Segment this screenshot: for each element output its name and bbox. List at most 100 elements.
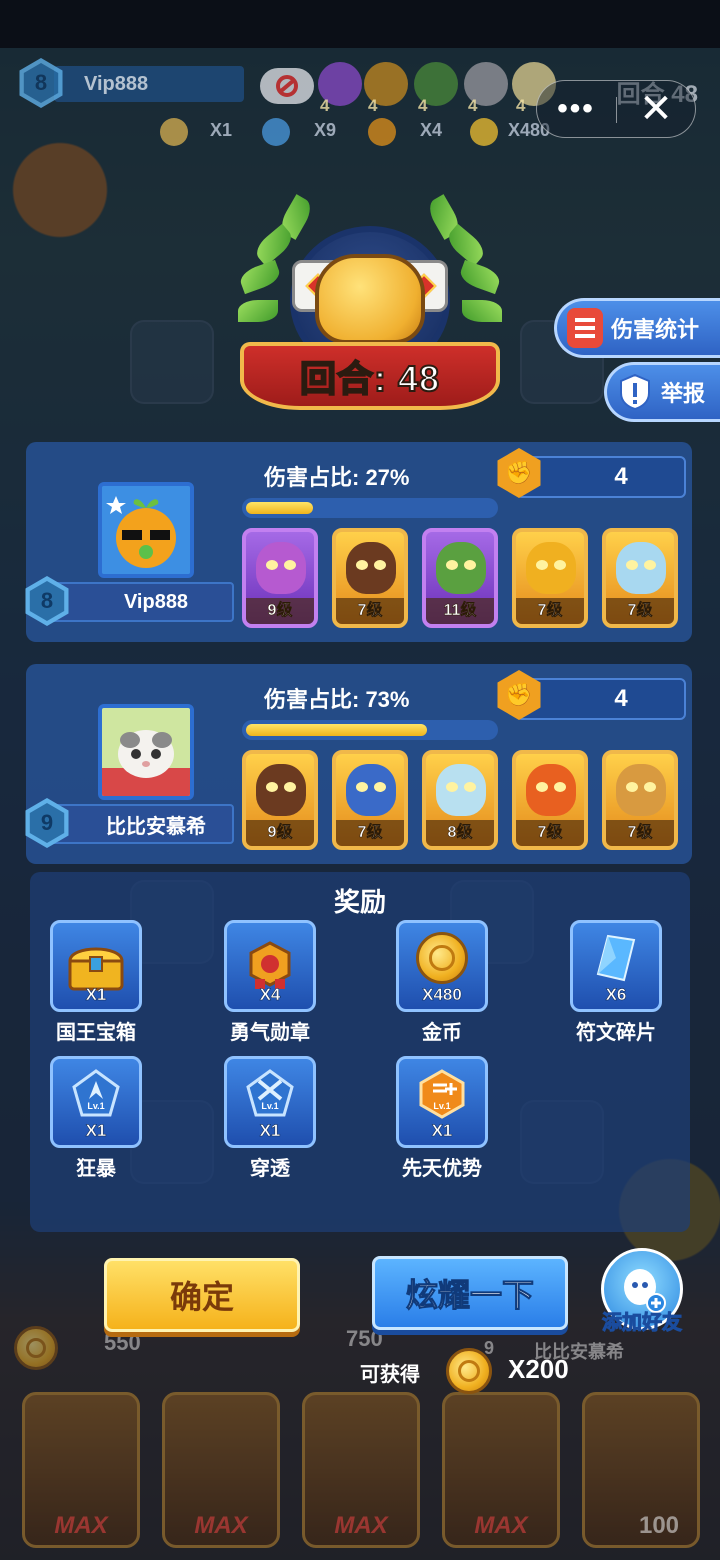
reward-name: 先天优势	[402, 1158, 482, 1180]
damage-share-label: 伤害占比: 27%	[264, 465, 410, 490]
hero-card[interactable]: 7级	[602, 750, 678, 850]
damage-share-bar	[242, 498, 498, 518]
hero-card[interactable]: 8级	[422, 750, 498, 850]
reward-qty: X1	[431, 1121, 453, 1141]
report-label: 举报	[661, 381, 706, 406]
gold-coin	[416, 932, 468, 984]
medal-count: 4	[516, 456, 686, 498]
reward-item[interactable]: Lv.1 X1 穿透	[210, 1056, 330, 1181]
reward-qty: X1	[85, 985, 107, 1005]
more-button[interactable]: •••	[537, 81, 615, 137]
hero-portrait	[346, 764, 396, 816]
advantage-rune-icon: Lv.1 X1	[396, 1056, 488, 1148]
hero-portrait	[256, 542, 306, 594]
reward-item[interactable]: X480 金币	[382, 920, 502, 1045]
mini-program-capsule: ••• ✕	[536, 80, 696, 138]
hero-card[interactable]: 7级	[332, 750, 408, 850]
hero-lineup: 9级 7级 8级 7级 7级	[242, 750, 678, 850]
can-get-amount: X200	[508, 1354, 569, 1384]
stats-list-icon	[567, 308, 603, 348]
damage-share-label: 伤害占比: 73%	[264, 687, 410, 712]
max-label: MAX	[474, 1512, 528, 1539]
hero-card[interactable]: 7级	[512, 528, 588, 628]
reward-item[interactable]: Lv.1 X1 先天优势	[382, 1056, 502, 1181]
report-button[interactable]: 举报	[604, 362, 720, 422]
damage-share-fill	[246, 502, 313, 514]
player-name: Vip888	[42, 582, 234, 622]
reward-qty: X1	[259, 1121, 281, 1141]
player-panel: 比比安慕希 9 伤害占比: 73% 4 ✊ 9级 7级 8级 7级 7级	[25, 664, 692, 864]
add-friend-button[interactable]: 添加好友	[592, 1248, 692, 1338]
hero-card[interactable]: 11级	[422, 528, 498, 628]
hero-card[interactable]: 9级	[242, 528, 318, 628]
footer-value: 750	[346, 1326, 383, 1351]
avatar[interactable]	[98, 482, 194, 578]
reward-item[interactable]: X6 符文碎片	[556, 920, 676, 1045]
medal-icon: X4	[224, 920, 316, 1012]
status-bar	[0, 0, 720, 48]
show-off-button[interactable]: 炫耀一下	[372, 1256, 568, 1330]
mute-icon[interactable]	[260, 68, 314, 104]
coin-icon	[446, 1348, 492, 1394]
hero-lineup: 9级 7级 11级 7级 7级	[242, 528, 678, 628]
avatar[interactable]	[98, 704, 194, 800]
damage-stats-label: 伤害统计	[611, 317, 700, 342]
hero-portrait	[436, 542, 486, 594]
damage-share-bar	[242, 720, 498, 740]
player-name: 比比安慕希	[42, 804, 234, 844]
round-ribbon: 回合: 48	[240, 342, 500, 410]
hero-portrait	[526, 542, 576, 594]
hero-portrait	[616, 764, 666, 816]
card-cost: 100	[638, 1512, 680, 1539]
rage-rune-icon: Lv.1 X1	[50, 1056, 142, 1148]
hero-level: 8级	[426, 820, 494, 846]
reward-name: 穿透	[250, 1158, 290, 1180]
round-label: 回合: 48	[299, 357, 441, 400]
close-button[interactable]: ✕	[617, 81, 695, 137]
reward-name: 符文碎片	[576, 1022, 656, 1044]
add-friend-label: 添加好友	[602, 1312, 683, 1335]
chest-icon: X1	[50, 920, 142, 1012]
hero-portrait	[616, 542, 666, 594]
rewards-title: 奖励	[333, 887, 386, 917]
chest-icon	[160, 118, 188, 146]
top-player-name: Vip888	[54, 66, 244, 102]
reward-item[interactable]: Lv.1 X1 狂暴	[36, 1056, 156, 1181]
result-emblem: 回合: 48	[230, 194, 510, 426]
reward-qty: X6	[605, 985, 627, 1005]
rune-tier: Lv.1	[261, 1101, 278, 1111]
confirm-button[interactable]: 确定	[104, 1258, 300, 1332]
silver-coin-icon	[14, 1326, 58, 1370]
hero-level: 9级	[246, 820, 314, 846]
hero-card[interactable]: 9级	[242, 750, 318, 850]
damage-stats-button[interactable]: 伤害统计	[554, 298, 720, 358]
hero-level: 4	[468, 96, 478, 115]
reward-name: 狂暴	[76, 1158, 116, 1180]
hero-level: 7级	[606, 820, 674, 846]
hero-level: 7级	[606, 598, 674, 624]
reward-item[interactable]: X4 勇气勋章	[210, 920, 330, 1045]
coin-icon	[470, 118, 498, 146]
hero-portrait	[256, 764, 306, 816]
reward-item[interactable]: X1 国王宝箱	[36, 920, 156, 1045]
hero-card[interactable]: 7级	[602, 528, 678, 628]
resource-qty: X9	[314, 120, 337, 140]
shield-icon	[617, 372, 653, 412]
hero-level: 7级	[336, 820, 404, 846]
medal-count: 4	[516, 678, 686, 720]
coin-icon: X480	[396, 920, 488, 1012]
medal-icon	[368, 118, 396, 146]
hero-level: 4	[320, 96, 330, 115]
handshake-icon	[315, 254, 425, 344]
reward-name: 国王宝箱	[56, 1022, 136, 1044]
max-label: MAX	[334, 1512, 388, 1539]
hero-card[interactable]: 7级	[332, 528, 408, 628]
hero-level: 4	[418, 96, 428, 115]
pierce-rune-icon: Lv.1 X1	[224, 1056, 316, 1148]
player-panel: Vip888 8 伤害占比: 27% 4 ✊ 9级 7级 11级 7级 7级	[25, 442, 692, 642]
hero-card[interactable]: 7级	[512, 750, 588, 850]
hero-level: 4	[368, 96, 378, 115]
can-get-label: 可获得	[360, 1364, 420, 1386]
reward-name: 金币	[422, 1022, 462, 1044]
reward-qty: X480	[422, 985, 462, 1005]
